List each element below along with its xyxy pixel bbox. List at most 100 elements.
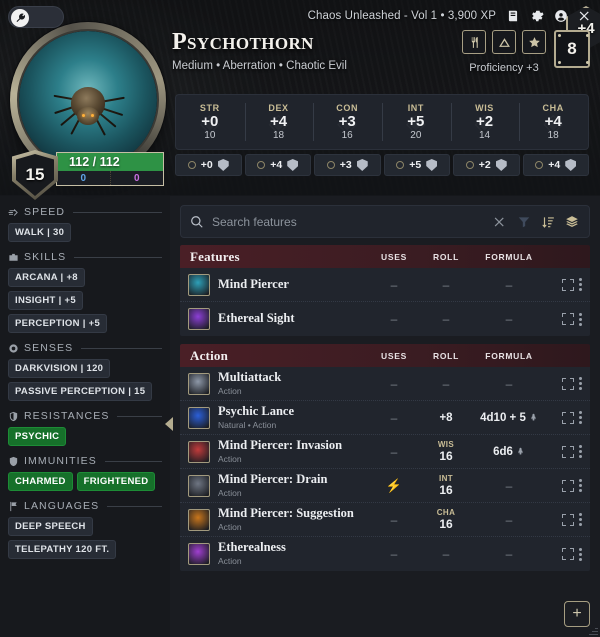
sidebar-tag[interactable]: INSIGHT | +5 bbox=[8, 291, 83, 310]
table-row[interactable]: Mind Piercer: Invasion Action – WIS 16 6d6 bbox=[180, 435, 590, 469]
saving-throw-dex[interactable]: +4 bbox=[244, 154, 311, 176]
expand-icon[interactable] bbox=[562, 377, 574, 390]
recharge-icon: ⚡ bbox=[385, 477, 403, 493]
sidebar-section-header: LANGUAGES bbox=[8, 500, 162, 512]
divider bbox=[117, 415, 162, 417]
book-icon[interactable] bbox=[505, 8, 520, 23]
hp-value: 112 / 112 bbox=[56, 152, 164, 171]
divider bbox=[74, 256, 162, 258]
sidebar-tag[interactable]: WALK | 30 bbox=[8, 223, 72, 242]
psychic-damage-icon bbox=[518, 447, 523, 455]
sidebar-tag[interactable]: PSYCHIC bbox=[8, 427, 67, 446]
feature-name: Mind Piercer bbox=[218, 277, 289, 291]
expand-icon[interactable] bbox=[562, 548, 574, 560]
sort-icon[interactable] bbox=[540, 214, 556, 230]
ability-score: 18 bbox=[547, 130, 559, 142]
triangle-icon[interactable] bbox=[492, 30, 516, 54]
expand-icon[interactable] bbox=[562, 411, 574, 424]
ability-wis[interactable]: ◈WIS+214 bbox=[450, 95, 520, 149]
sidebar-tag[interactable]: TELEPATHY 120 FT. bbox=[8, 540, 117, 559]
column-roll: ROLL bbox=[433, 251, 459, 262]
ability-con[interactable]: ◈CON+316 bbox=[313, 95, 382, 149]
expand-icon[interactable] bbox=[562, 278, 574, 291]
gear-icon[interactable] bbox=[529, 8, 544, 23]
sidebar-tag[interactable]: FRIGHTENED bbox=[76, 472, 156, 491]
table-row[interactable]: Etherealness Action – – – bbox=[180, 537, 590, 571]
sidebar-tag[interactable]: PERCEPTION | +5 bbox=[8, 314, 108, 333]
table-row[interactable]: Ethereal Sight – – – bbox=[180, 302, 590, 336]
ability-str[interactable]: ◈STR+010 bbox=[176, 95, 245, 149]
challenge-rating-badge[interactable]: 8 bbox=[554, 30, 590, 68]
formula-value: – bbox=[505, 547, 513, 561]
utensils-icon[interactable] bbox=[462, 30, 486, 54]
cell-roll: WIS 16 bbox=[420, 440, 472, 463]
divider bbox=[104, 460, 162, 462]
sidebar-tag[interactable]: CHARMED bbox=[8, 472, 73, 491]
more-options-icon[interactable] bbox=[579, 411, 582, 424]
cell-uses: ⚡ bbox=[368, 478, 420, 494]
saving-throw-int[interactable]: +5 bbox=[383, 154, 450, 176]
cell-formula: – bbox=[472, 312, 546, 326]
saving-throw-str[interactable]: +0 bbox=[175, 154, 242, 176]
expand-icon[interactable] bbox=[562, 513, 574, 526]
more-options-icon[interactable] bbox=[579, 278, 582, 291]
add-feature-button[interactable]: + bbox=[564, 601, 590, 627]
table-row[interactable]: Mind Piercer: Drain Action ⚡ INT 16 – bbox=[180, 469, 590, 503]
table-row[interactable]: Mind Piercer – – – bbox=[180, 268, 590, 302]
sidebar-tag[interactable]: DEEP SPEECH bbox=[8, 517, 93, 536]
armor-class-badge[interactable]: 15 bbox=[12, 150, 58, 200]
expand-icon[interactable] bbox=[562, 479, 574, 492]
more-options-icon[interactable] bbox=[579, 513, 582, 526]
layers-icon[interactable] bbox=[564, 214, 580, 230]
saving-throw-value: +5 bbox=[409, 159, 422, 171]
row-actions bbox=[546, 445, 590, 458]
more-options-icon[interactable] bbox=[579, 312, 582, 326]
row-subtitle: Action bbox=[218, 453, 242, 464]
table-row[interactable]: Mind Piercer: Suggestion Action – CHA 16 – bbox=[180, 503, 590, 537]
more-options-icon[interactable] bbox=[579, 547, 582, 561]
saving-throw-con[interactable]: +3 bbox=[314, 154, 381, 176]
sidebar-tag[interactable]: ARCANA | +8 bbox=[8, 268, 85, 287]
table-row[interactable]: Psychic Lance Natural • Action – +8 4d10 + 5 bbox=[180, 401, 590, 435]
account-icon[interactable] bbox=[553, 8, 568, 23]
sidebar-tag[interactable]: PASSIVE PERCEPTION | 15 bbox=[8, 382, 153, 401]
search-input[interactable] bbox=[212, 214, 484, 229]
armor-class-value: 15 bbox=[25, 165, 45, 184]
expand-icon[interactable] bbox=[562, 445, 574, 458]
hp-temp-value[interactable]: 0 bbox=[57, 171, 110, 185]
edit-mode-toggle[interactable] bbox=[8, 6, 64, 28]
campaign-label: Chaos Unleashed - Vol 1 • 3,900 XP bbox=[307, 9, 496, 22]
group-header[interactable]: Action USES ROLL FORMULA bbox=[180, 344, 590, 367]
saving-throw-value: +2 bbox=[478, 159, 491, 171]
hp-extra-value[interactable]: 0 bbox=[109, 171, 164, 185]
divider bbox=[73, 211, 162, 213]
shield-icon bbox=[287, 159, 299, 171]
uses-value: – bbox=[390, 312, 398, 326]
ability-modifier: +4 bbox=[544, 112, 562, 130]
cell-roll: – bbox=[420, 377, 472, 391]
ability-label: INT bbox=[407, 102, 424, 113]
cell-uses: – bbox=[368, 278, 420, 292]
ability-int[interactable]: ◈INT+520 bbox=[382, 95, 451, 149]
expand-icon[interactable] bbox=[562, 313, 574, 325]
more-options-icon[interactable] bbox=[579, 479, 582, 492]
saving-throw-value: +3 bbox=[339, 159, 352, 171]
table-row[interactable]: Multiattack Action – – – bbox=[180, 367, 590, 401]
close-icon[interactable] bbox=[577, 8, 592, 23]
clear-icon[interactable] bbox=[492, 214, 508, 230]
ability-dex[interactable]: ◈DEX+418 bbox=[244, 95, 314, 149]
group-header[interactable]: Features USES ROLL FORMULA bbox=[180, 245, 590, 268]
column-uses: USES bbox=[381, 350, 407, 361]
language-icon bbox=[10, 501, 17, 511]
more-options-icon[interactable] bbox=[579, 377, 582, 390]
saving-throw-cha[interactable]: +4 bbox=[522, 154, 589, 176]
ability-cha[interactable]: ◈CHA+418 bbox=[519, 95, 588, 149]
star-icon[interactable] bbox=[522, 30, 546, 54]
resize-handle[interactable] bbox=[588, 625, 598, 635]
more-options-icon[interactable] bbox=[579, 445, 582, 458]
sidebar-tag[interactable]: DARKVISION | 120 bbox=[8, 359, 111, 378]
filter-icon[interactable] bbox=[516, 214, 532, 230]
saving-throw-wis[interactable]: +2 bbox=[453, 154, 520, 176]
hit-points-block[interactable]: 112 / 112 0 0 bbox=[56, 152, 164, 186]
sidebar-collapse-toggle[interactable] bbox=[165, 414, 175, 434]
